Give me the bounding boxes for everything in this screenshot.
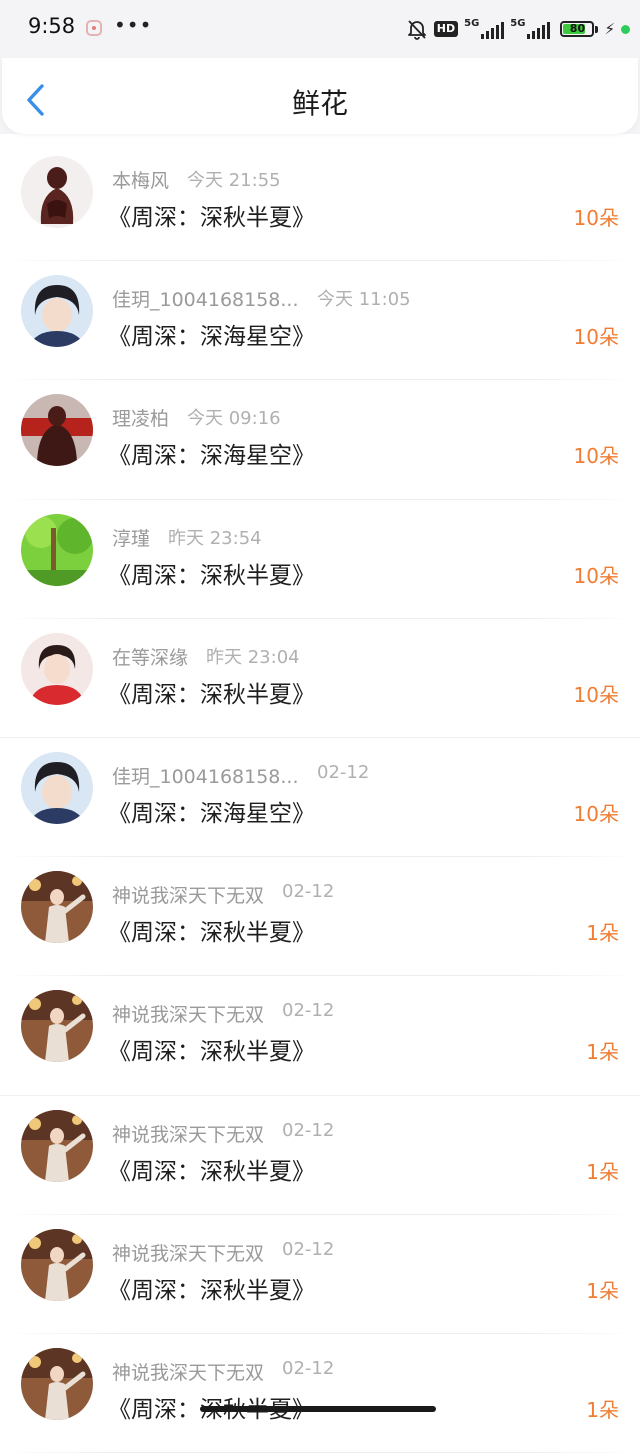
- user-name[interactable]: 本梅风: [112, 166, 169, 193]
- status-icons: HD 5G 5G 80 ⚡: [406, 16, 630, 42]
- user-name[interactable]: 神说我深天下无双: [112, 1120, 264, 1147]
- stage-avatar[interactable]: [21, 990, 93, 1063]
- list-item[interactable]: 本梅风 今天 21:55 《周深：深秋半夏》 10朵: [0, 142, 640, 262]
- gift-time: 02-12: [282, 1119, 335, 1141]
- list-item[interactable]: 神说我深天下无双02-12《周深：深秋半夏》1朵: [0, 1334, 640, 1453]
- list-item[interactable]: 神说我深天下无双 02-12 《周深：深秋半夏》 1朵: [0, 857, 640, 977]
- gift-time: 02-12: [282, 1238, 335, 1260]
- gift-time: 02-12: [282, 1000, 335, 1022]
- figurine-avatar[interactable]: [21, 156, 93, 228]
- list-item[interactable]: 神说我深天下无双 02-12 《周深：深秋半夏》 1朵: [0, 1215, 640, 1334]
- user-name[interactable]: 理凌柏: [112, 404, 169, 431]
- home-indicator[interactable]: [200, 1406, 436, 1412]
- flower-count: 10朵: [573, 444, 619, 469]
- work-title: 《周深：深海星空》: [108, 324, 315, 351]
- user-name[interactable]: 佳玥_1004168158...: [112, 285, 299, 312]
- work-title: 《周深：深海星空》: [108, 800, 315, 827]
- work-title: 《周深：深秋半夏》: [108, 1277, 315, 1304]
- signal-1: 5G: [464, 19, 505, 39]
- gift-time: 02-12: [317, 761, 370, 783]
- flower-count: 1朵: [586, 1278, 619, 1303]
- user-name[interactable]: 淳瑾: [112, 524, 150, 551]
- gift-time: 昨天 23:54: [168, 527, 262, 549]
- work-title: 《周深：深秋半夏》: [108, 205, 315, 231]
- flower-gift-list: 本梅风 今天 21:55 《周深：深秋半夏》 10朵 佳玥_1004168158...…: [0, 142, 640, 1453]
- page-title: 鲜花: [291, 87, 348, 120]
- list-item[interactable]: 佳玥_1004168158... 02-12 《周深：深海星空》 10朵: [0, 738, 640, 858]
- work-title: 《周深：深海星空》: [108, 443, 315, 470]
- list-item[interactable]: 神说我深天下无双 02-12 《周深：深秋半夏》 1朵: [0, 976, 640, 1096]
- flower-count: 1朵: [586, 1040, 619, 1065]
- stage-avatar[interactable]: [21, 1228, 93, 1301]
- list-item[interactable]: 在等深缘 昨天 23:04 《周深：深秋半夏》 10朵: [0, 619, 640, 738]
- flower-count: 1朵: [586, 1397, 619, 1422]
- gift-time: 昨天 23:04: [206, 646, 300, 668]
- bell-muted-icon: [406, 18, 428, 40]
- work-title: 《周深：深秋半夏》: [108, 1158, 315, 1185]
- stage-avatar[interactable]: [21, 1347, 93, 1420]
- stage-avatar[interactable]: [21, 871, 93, 944]
- gift-time: 02-12: [282, 881, 335, 903]
- stage-avatar[interactable]: [21, 1109, 93, 1182]
- charging-icon: ⚡: [604, 20, 615, 38]
- user-name[interactable]: 在等深缘: [112, 643, 188, 670]
- header: 鲜花: [0, 58, 640, 134]
- work-title: 《周深：深秋半夏》: [108, 1039, 315, 1066]
- list-item[interactable]: 神说我深天下无双 02-12 《周深：深秋半夏》 1朵: [0, 1096, 640, 1215]
- work-title: 《周深：深秋半夏》: [108, 562, 315, 589]
- more-notifications-icon: •••: [114, 13, 153, 37]
- portrait-avatar[interactable]: [21, 751, 93, 824]
- user-name[interactable]: 神说我深天下无双: [112, 881, 264, 908]
- signal-bars-icon: [527, 22, 551, 39]
- header-card: 鲜花: [2, 58, 638, 134]
- gift-time: 今天 11:05: [317, 289, 411, 311]
- gift-time: 02-12: [282, 1357, 335, 1379]
- portrait-avatar[interactable]: [21, 275, 93, 348]
- gift-time: 今天 21:55: [187, 170, 281, 191]
- app-notification-icon: [86, 20, 102, 36]
- flower-count: 10朵: [573, 563, 619, 588]
- flower-count: 10朵: [573, 325, 619, 350]
- user-name[interactable]: 神说我深天下无双: [112, 1239, 264, 1266]
- privacy-indicator-dot: [621, 24, 630, 34]
- list-item[interactable]: 理凌柏 今天 09:16 《周深：深海星空》 10朵: [0, 380, 640, 500]
- flower-count: 10朵: [573, 206, 619, 230]
- signal-2: 5G: [510, 19, 551, 39]
- flower-count: 1朵: [586, 1159, 619, 1184]
- user-name[interactable]: 佳玥_1004168158...: [112, 762, 299, 789]
- list-item[interactable]: 淳瑾 昨天 23:54 《周深：深秋半夏》 10朵: [0, 500, 640, 619]
- list-item[interactable]: 佳玥_1004168158... 今天 11:05 《周深：深海星空》 10朵: [0, 261, 640, 381]
- user-name[interactable]: 神说我深天下无双: [112, 1358, 264, 1385]
- red-sweater-avatar[interactable]: [21, 632, 93, 705]
- work-title: 《周深：深秋半夏》: [108, 920, 315, 947]
- red-figurine-avatar[interactable]: [21, 394, 93, 467]
- green-forest-avatar[interactable]: [21, 513, 93, 586]
- flower-count: 10朵: [573, 801, 619, 826]
- status-bar: 9:58 ••• HD 5G 5G 80 ⚡: [0, 0, 640, 58]
- signal-bars-icon: [481, 22, 505, 39]
- flower-count: 10朵: [573, 682, 619, 707]
- gift-time: 今天 09:16: [187, 408, 281, 430]
- status-time: 9:58: [28, 14, 76, 38]
- battery-icon: 80: [560, 21, 595, 37]
- work-title: 《周深：深秋半夏》: [108, 681, 315, 708]
- hd-voice-icon: HD: [433, 21, 459, 37]
- user-name[interactable]: 神说我深天下无双: [112, 1000, 264, 1027]
- flower-count: 1朵: [586, 921, 619, 946]
